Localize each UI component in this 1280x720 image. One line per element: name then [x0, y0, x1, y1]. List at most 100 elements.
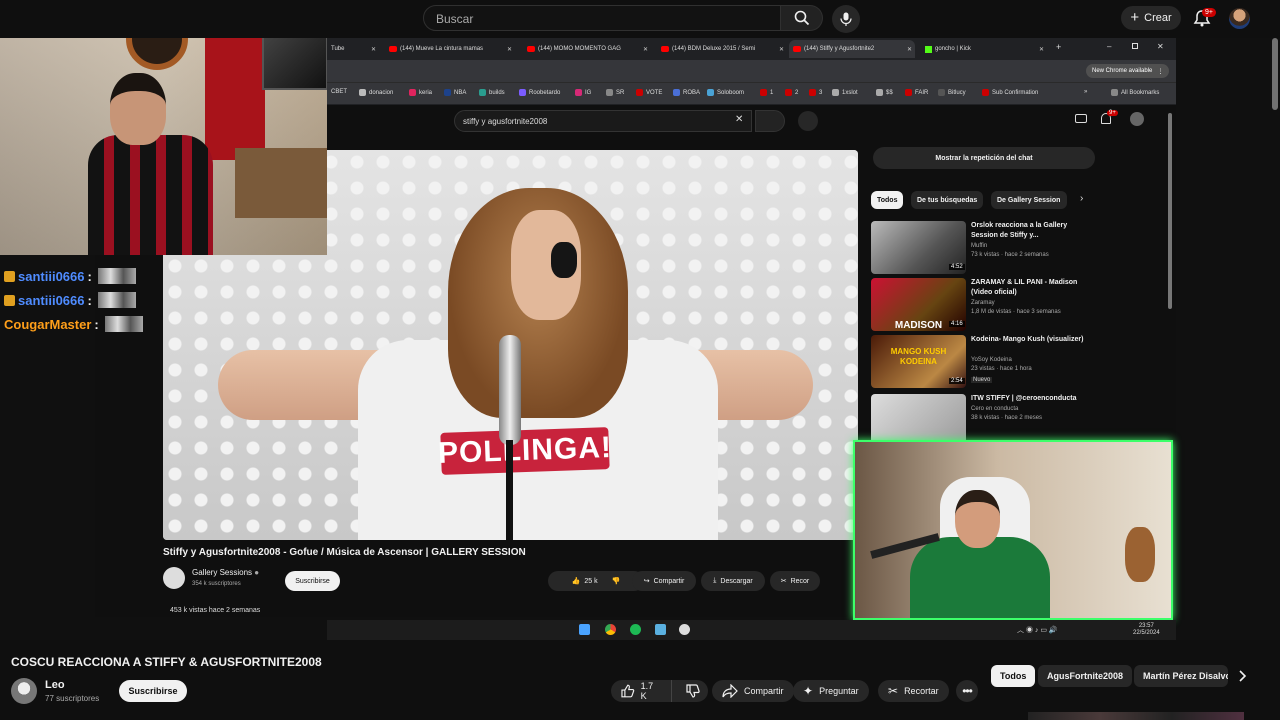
windows-taskbar: ︿ ◉ ♪ ▭ 🔊 23:57 22/5/2024 — [327, 620, 1176, 640]
top-bar: Buscar + Crear 9+ — [0, 0, 1280, 38]
bookmark-label: Sub Confirmation — [992, 89, 1039, 96]
captured-search-button — [755, 110, 785, 132]
search-button[interactable] — [781, 5, 823, 31]
close-icon: ✕ — [370, 46, 376, 53]
bookmark: 1 — [760, 89, 773, 96]
captured-views: 453 k vistas hace 2 semanas — [170, 607, 261, 614]
streamer-head — [110, 73, 166, 145]
next-thumbnails-strip — [1028, 712, 1244, 720]
channel-avatar[interactable] — [11, 678, 37, 704]
channel-name[interactable]: Leo — [45, 679, 65, 691]
captured-avatar — [1130, 112, 1144, 126]
bookmark: Soloboom — [707, 89, 744, 96]
bookmark-label: NBA — [454, 89, 467, 96]
bookmark: Bitlucy — [938, 89, 966, 96]
bookmark-icon — [444, 89, 451, 96]
like-dislike-group: 1.7 K — [611, 680, 708, 702]
bookmark-label: ROBA — [683, 89, 701, 96]
youtube-icon — [661, 46, 669, 52]
captured-video-title: Stiffy y Agusfortnite2008 - Gofue / Músi… — [163, 547, 526, 558]
like-button[interactable]: 1.7 K — [611, 680, 672, 702]
bookmark-label: Soloboom — [717, 89, 745, 96]
rec-duration: 4:16 — [949, 321, 965, 327]
captured-chip: De tus búsquedas — [911, 191, 984, 209]
browser-tab: goncho | Kick ✕ — [921, 40, 1047, 58]
filter-chip-all[interactable]: Todos — [991, 665, 1036, 687]
streamer-webcam — [0, 38, 327, 255]
voice-search-button[interactable] — [832, 5, 860, 33]
guest-hoodie — [910, 537, 1050, 618]
download-icon: ⤓ — [713, 577, 717, 584]
close-window-icon: ✕ — [1157, 42, 1164, 51]
plus-icon: + — [1130, 9, 1140, 26]
menu-dots-icon: ⋮ — [1157, 68, 1164, 75]
ask-button[interactable]: ✦ Preguntar — [793, 680, 869, 702]
verified-icon: ● — [254, 568, 260, 577]
share-button[interactable]: Compartir — [712, 680, 794, 702]
bookmark-icon — [409, 89, 416, 96]
thumb-text: MANGO KUSH — [890, 347, 947, 356]
bookmark-label: 1 — [770, 89, 774, 96]
thumbs-up-icon — [621, 684, 635, 698]
all-bookmarks: All Bookmarks — [1111, 89, 1159, 96]
captured-browser: Tube ✕ (144) Mueve La cintura mamas ✕ (144… — [327, 38, 1176, 105]
chat-colon: : — [94, 316, 99, 332]
bookmark-label: Roobetardo — [529, 89, 561, 96]
bookmark: Sub Confirmation — [982, 89, 1038, 96]
more-actions-button[interactable]: ••• — [956, 680, 978, 702]
browser-tab: Tube ✕ — [327, 40, 379, 58]
bookmark: CBET — [331, 89, 347, 95]
account-avatar[interactable] — [1229, 8, 1250, 29]
bookmark: donacion — [359, 89, 393, 96]
captured-clip-button: ✂ Recor — [770, 571, 820, 591]
dislike-button[interactable] — [678, 684, 708, 698]
video-player[interactable]: Tube ✕ (144) Mueve La cintura mamas ✕ (144… — [0, 38, 1280, 640]
tab-label: goncho | Kick — [935, 46, 971, 52]
picture-frame — [262, 38, 327, 90]
captured-scrollbar — [1168, 113, 1172, 309]
bed — [235, 148, 327, 218]
rec-views: 73 k vistas · hace 2 semanas — [971, 252, 1049, 258]
page-scrollbar[interactable] — [1272, 38, 1278, 110]
bookmark: 3 — [809, 89, 822, 96]
tab-label: (144) Stiffy y Agusfortnite2 — [804, 46, 875, 52]
captured-rec-item: MADISON 4:16 ZARAMAY & LIL PANI - Madiso… — [871, 278, 1171, 332]
tab-label: (144) Mueve La cintura mamas — [400, 46, 484, 52]
captured-search-input: stiffy y agusfortnite2008 — [454, 110, 752, 132]
taskbar-clock: 23:57 22/5/2024 — [1133, 623, 1160, 637]
search-input[interactable]: Buscar — [423, 5, 781, 31]
youtube-icon — [389, 46, 397, 52]
bookmark-icon — [606, 89, 613, 96]
bookmark: 1xslot — [832, 89, 858, 96]
sparkle-icon: ✦ — [803, 684, 814, 698]
captured-channel-label: Gallery Sessions — [192, 568, 253, 577]
bookmark-icon — [982, 89, 989, 96]
captured-like-group: 👍 25 k 👎 — [548, 571, 644, 591]
search-placeholder: Buscar — [436, 12, 474, 26]
more-icon: ••• — [962, 684, 973, 698]
mic-icon — [798, 111, 818, 131]
chips-next-button[interactable] — [1233, 666, 1253, 686]
bookmark-label: SR — [616, 89, 625, 96]
chrome-icon — [605, 624, 616, 635]
browser-tabs: Tube ✕ (144) Mueve La cintura mamas ✕ (144… — [327, 38, 1176, 60]
streamer-shirt — [88, 135, 213, 255]
guest-head — [955, 490, 1000, 548]
clip-button[interactable]: ✂ Recortar — [878, 680, 949, 702]
subscribe-button[interactable]: Suscribirse — [119, 680, 187, 702]
browser-tab: (144) Mueve La cintura mamas ✕ — [385, 40, 515, 58]
bookmark-icon — [809, 89, 816, 96]
bookmark: FAIR — [905, 89, 928, 96]
create-button[interactable]: + Crear — [1121, 6, 1181, 30]
filter-chip[interactable]: AgusFortnite2008 — [1038, 665, 1133, 687]
chevron-right-icon — [1239, 670, 1247, 682]
ask-label: Preguntar — [819, 686, 859, 696]
filter-chip[interactable]: Martín Pérez Disalvo — [1134, 665, 1228, 687]
bookmark: VOTE — [636, 89, 662, 96]
windows-start-icon — [579, 624, 590, 635]
bookmark: keria — [409, 89, 432, 96]
rec-title: ITW STIFFY | @ceroenconducta — [971, 395, 1077, 402]
search-icon — [794, 10, 809, 26]
bookmark-label: builds — [489, 89, 505, 96]
chat-badge-icon — [4, 294, 15, 306]
